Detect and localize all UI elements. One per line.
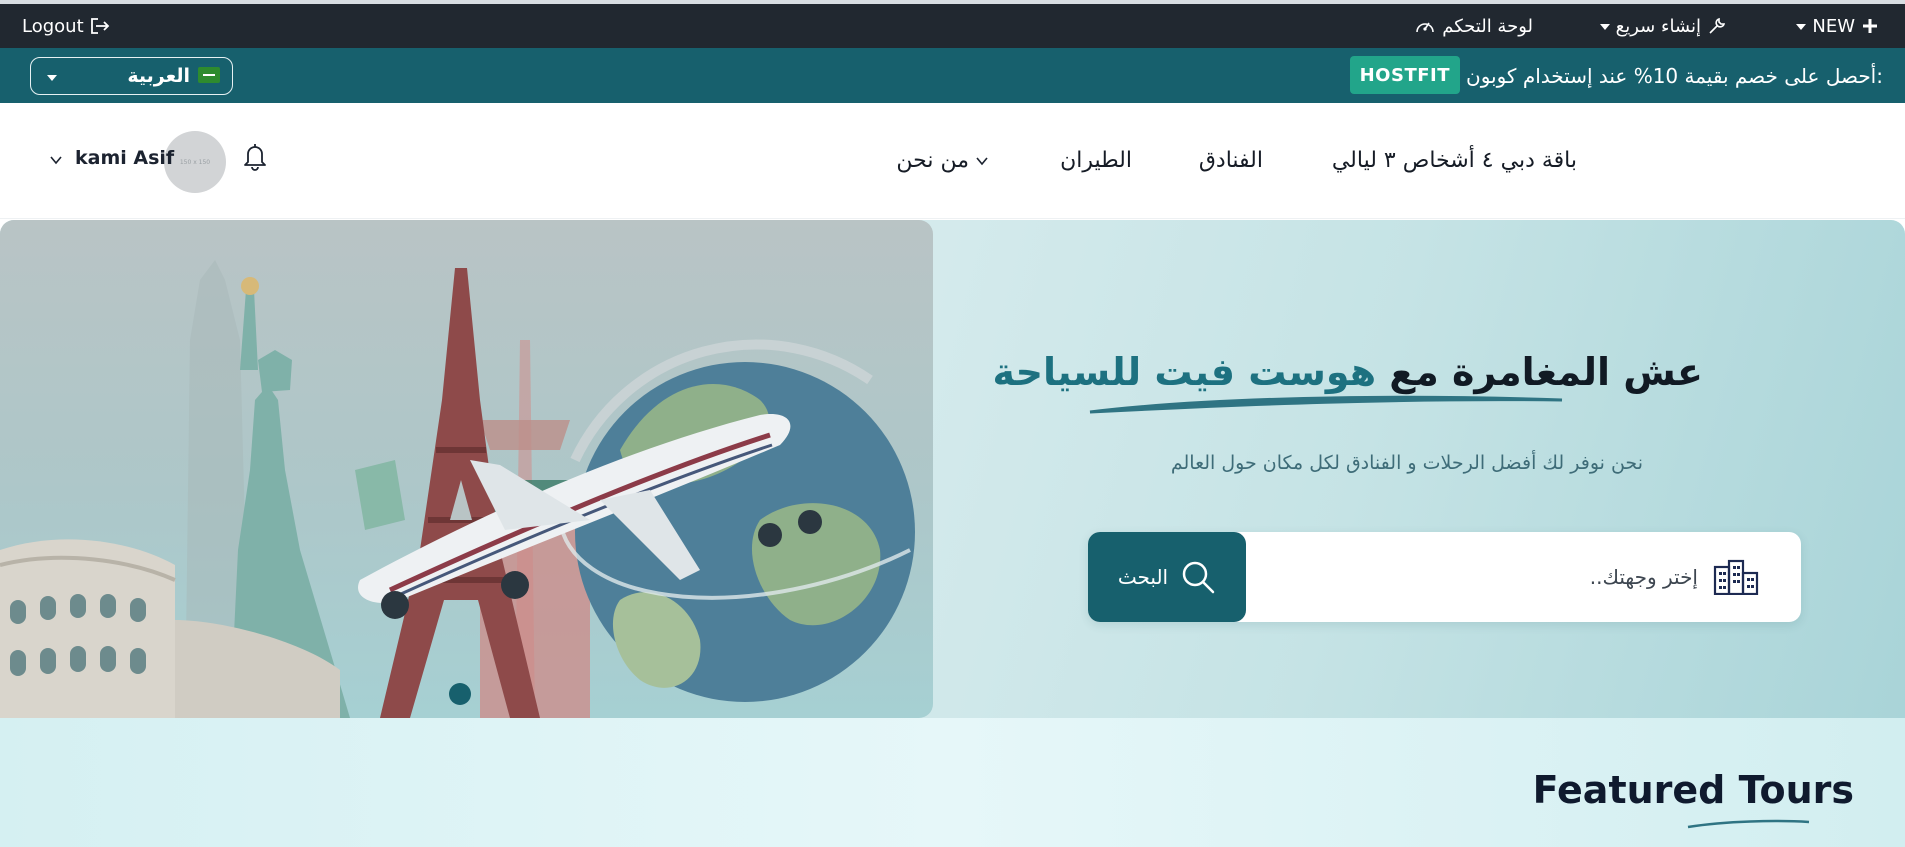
featured-tours-title: Featured Tours [1532, 768, 1854, 812]
main-header: باقة دبي ٤ أشخاص ٣ ليالي الفنادق الطيران… [0, 103, 1905, 219]
chevron-down-icon [976, 156, 988, 165]
new-label: NEW [1812, 15, 1855, 37]
hero-subtitle: نحن نوفر لك أفضل الرحلات و الفنادق لكل م… [1170, 452, 1643, 474]
search-icon [1182, 561, 1215, 594]
logout-label: Logout [22, 15, 84, 37]
coupon-badge: HOSTFIT [1349, 56, 1460, 94]
hero-title-main: عش المغامرة مع [1389, 350, 1703, 394]
nav-hotels[interactable]: الفنادق [1199, 148, 1263, 173]
avatar-placeholder: 150 x 150 [179, 158, 211, 166]
language-label: العربية [127, 65, 190, 87]
admin-bar: Logout لوحة التحكم إنشاء سريع NEW [0, 0, 1905, 48]
chevron-down-icon[interactable] [49, 153, 63, 167]
bell-icon[interactable] [240, 140, 270, 172]
hero-illustration [0, 220, 933, 718]
saudi-flag-icon [198, 67, 220, 83]
featured-tours-section: Featured Tours [0, 718, 1905, 847]
chevron-down-icon [1599, 24, 1610, 30]
nav-about-label: من نحن [896, 148, 969, 173]
slider-dot-active[interactable] [449, 683, 471, 705]
promo-text: أحصل على خصم بقيمة 10% عند إستخدام كوبون… [1466, 63, 1883, 88]
hero-title-accent: هوست فيت للسياحة [992, 350, 1377, 394]
search-button-label: البحث [1117, 565, 1169, 589]
plus-icon [1863, 19, 1877, 33]
title-underline-swoosh [1687, 819, 1810, 829]
travel-landmarks-illustration [0, 260, 915, 718]
title-underline-swoosh [1089, 395, 1563, 414]
quick-create-menu[interactable]: إنشاء سريع [1599, 4, 1727, 48]
logout-icon [90, 18, 109, 34]
user-name[interactable]: kami Asif [75, 147, 174, 169]
wrench-icon [1709, 17, 1726, 34]
new-menu[interactable]: NEW [1796, 4, 1879, 48]
nav-about[interactable]: من نحن [896, 148, 989, 173]
nav-dubai-package[interactable]: باقة دبي ٤ أشخاص ٣ ليالي [1332, 148, 1577, 173]
hero-section: عش المغامرة مع هوست فيت للسياحة نحن نوفر… [0, 220, 1905, 718]
city-buildings-icon [1713, 559, 1759, 595]
destination-input[interactable] [1258, 550, 1698, 604]
search-button[interactable]: البحث [1088, 532, 1246, 622]
language-select[interactable]: العربية [30, 57, 233, 95]
hero-title: عش المغامرة مع هوست فيت للسياحة [993, 350, 1703, 394]
destination-search-box: البحث [1088, 532, 1801, 622]
chevron-down-icon [47, 75, 57, 81]
quick-create-label: إنشاء سريع [1615, 15, 1701, 37]
promo-bar: أحصل على خصم بقيمة 10% عند إستخدام كوبون… [0, 48, 1905, 103]
nav-flights[interactable]: الطيران [1060, 148, 1132, 173]
speedometer-icon [1416, 22, 1435, 33]
dashboard-link[interactable]: لوحة التحكم [1414, 4, 1533, 48]
chevron-down-icon [1796, 24, 1807, 30]
logout-link[interactable]: Logout [22, 4, 110, 48]
dashboard-label: لوحة التحكم [1442, 15, 1533, 37]
